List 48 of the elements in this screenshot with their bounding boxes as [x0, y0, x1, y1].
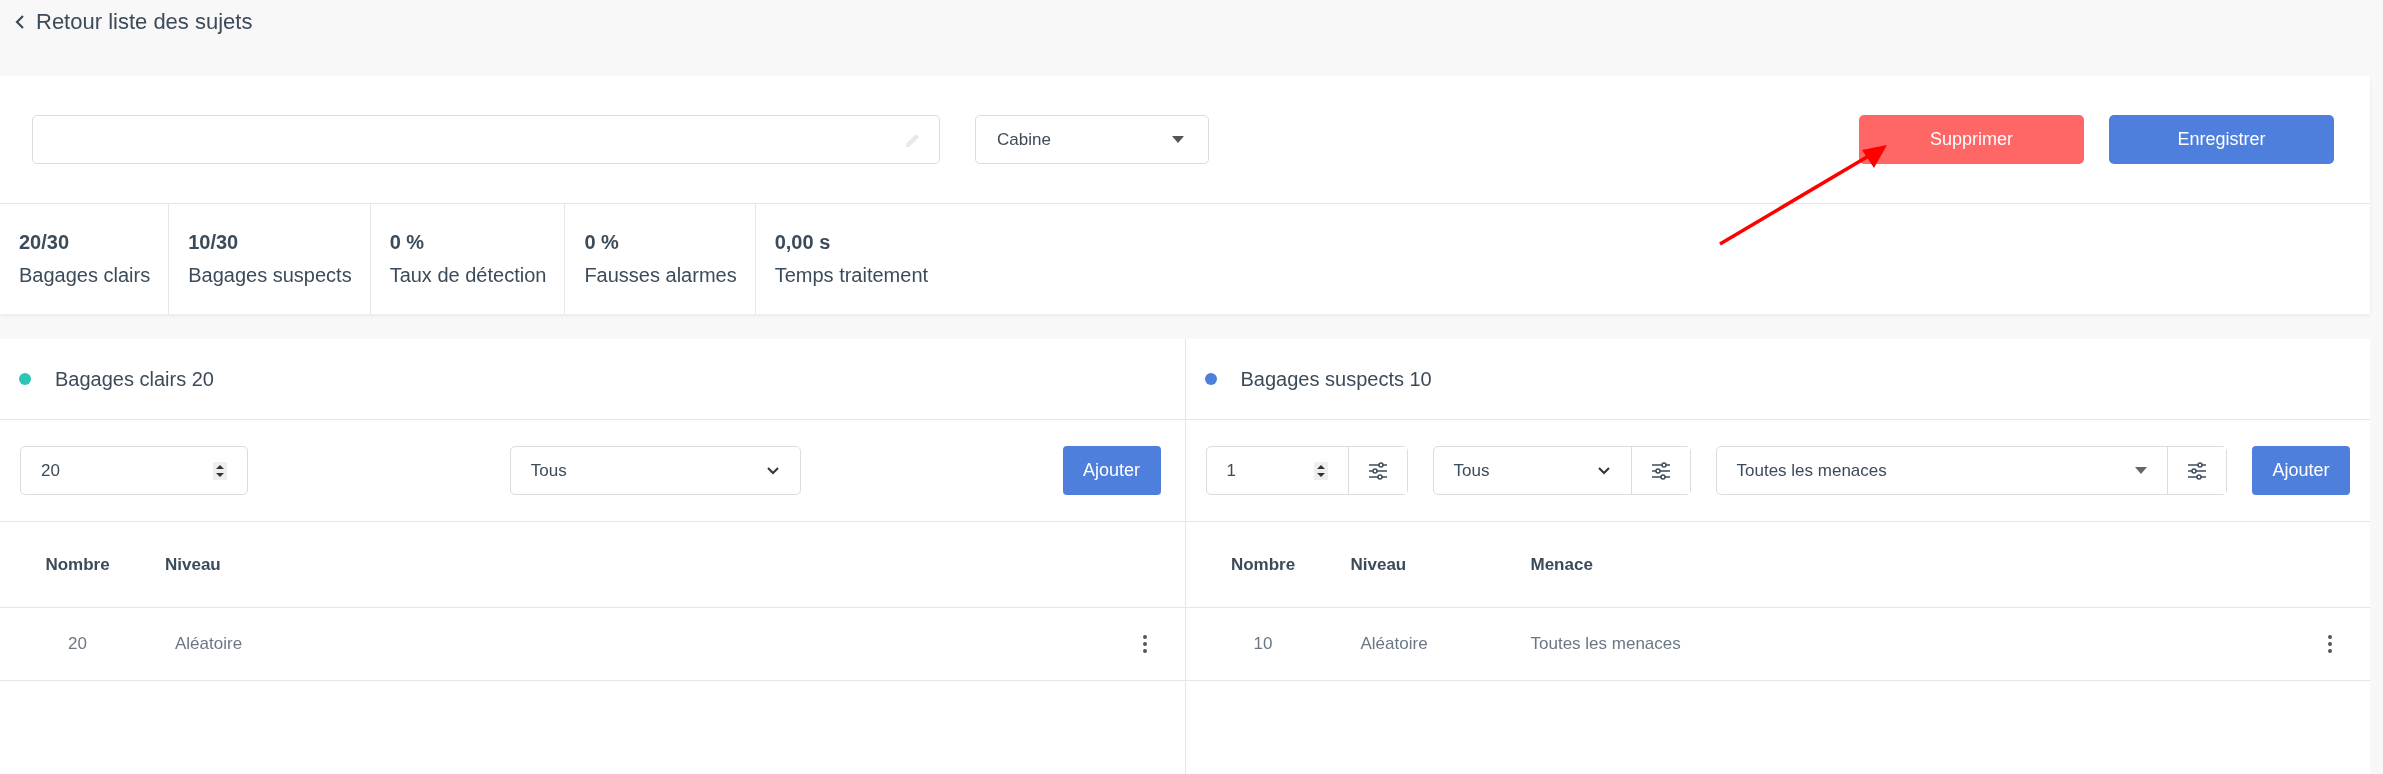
sliders-icon: [2187, 461, 2207, 480]
more-options-icon[interactable]: [1141, 634, 1148, 654]
stat-value: 0 %: [584, 231, 620, 254]
caret-icon: [2135, 467, 2147, 474]
sliders-icon: [1650, 461, 1671, 480]
column-header: Niveau: [1349, 554, 1408, 575]
level-select[interactable]: Tous: [1432, 446, 1691, 495]
table-cell-text: 10: [1252, 634, 1274, 654]
save-button[interactable]: Enregistrer: [2109, 115, 2334, 164]
stat-label: Temps traitement: [774, 264, 929, 287]
column-header: Nombre: [1229, 554, 1297, 575]
number-input[interactable]: 20: [20, 446, 248, 495]
threat-dropdown[interactable]: Toutes les menaces: [1715, 446, 2227, 495]
table-cell-text: Aléatoire: [1359, 634, 1429, 654]
table-cell-text: 20: [67, 634, 88, 654]
panel-title: Bagages suspects 10: [1240, 367, 1432, 391]
stat-value: 0,00 s: [774, 231, 832, 254]
level-select[interactable]: Tous: [509, 446, 801, 495]
back-link[interactable]: Retour liste des sujets: [0, 0, 253, 44]
stat-value: 0 %: [389, 231, 426, 254]
column-header: Menace: [1530, 554, 1594, 575]
number-input[interactable]: 1: [1205, 446, 1408, 495]
spinner-icon: [1313, 461, 1328, 480]
column-header: Niveau: [164, 554, 222, 575]
more-options-icon[interactable]: [2327, 634, 2333, 654]
table-cell-text: Toutes les menaces: [1530, 634, 1682, 654]
column-header: Nombre: [44, 554, 111, 575]
stat-value: 10/30: [188, 231, 240, 254]
stat-label: Bagages suspects: [188, 264, 352, 287]
name-input-field[interactable]: [32, 115, 940, 164]
table-cell-text: Aléatoire: [174, 634, 244, 654]
stat-value: 20/30: [19, 231, 71, 254]
filter-button[interactable]: [1347, 447, 1407, 494]
add-button[interactable]: Ajouter: [1062, 446, 1161, 495]
chevron-left-icon: [14, 14, 26, 30]
caret-icon: [1172, 136, 1184, 143]
filter-button[interactable]: [1630, 447, 1690, 494]
stat-label: Bagages clairs: [19, 264, 151, 287]
panel-title: Bagages clairs 20: [55, 367, 214, 391]
stat-label: Taux de détection: [389, 264, 547, 287]
chevron-down-icon: [765, 466, 780, 475]
category-dropdown[interactable]: Cabine: [975, 115, 1209, 164]
sliders-icon: [1367, 461, 1388, 480]
stat-label: Fausses alarmes: [584, 264, 737, 287]
filter-button[interactable]: [2167, 447, 2226, 494]
spinner-icon: [213, 461, 227, 480]
chevron-down-icon: [1596, 466, 1611, 475]
add-button[interactable]: Ajouter: [2252, 446, 2350, 495]
